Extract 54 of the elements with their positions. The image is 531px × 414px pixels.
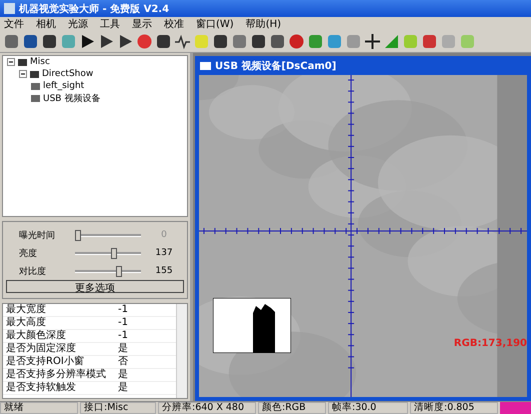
collapse-icon[interactable]	[19, 70, 27, 78]
tree-item[interactable]: left_sight	[43, 81, 84, 91]
collapse-icon[interactable]	[7, 58, 15, 66]
status-text: 颜色:RGB	[258, 402, 326, 414]
property-name: 是否支持软触发	[5, 382, 77, 394]
menu-item[interactable]: 相机	[36, 16, 56, 30]
property-value: 是	[117, 369, 129, 381]
property-value: 是	[117, 382, 129, 394]
menu-item[interactable]: 显示	[132, 16, 152, 30]
child-window-title: USB 视频设备[DsCam0]	[215, 60, 336, 72]
property-name: 最大颜色深度	[5, 330, 67, 342]
status-text: 就绪	[0, 402, 78, 414]
waveform-icon[interactable]	[174, 32, 191, 50]
status-notice	[500, 402, 531, 414]
slider-value: 155	[154, 266, 174, 276]
status-text: 帧率:30.0	[328, 402, 408, 414]
slider-label: 对比度	[19, 266, 47, 278]
property-value: -1	[117, 317, 129, 329]
property-name: 最大高度	[5, 317, 47, 329]
window-title: 机器视觉实验大师 - 免费版 V2.4	[19, 2, 170, 16]
property-value: 是	[117, 343, 129, 355]
slider-value: 137	[154, 248, 174, 258]
tree-item[interactable]: Misc	[30, 57, 50, 67]
slider-thumb[interactable]	[111, 248, 118, 258]
property-value: -1	[117, 304, 129, 316]
menu-item[interactable]: 文件	[4, 16, 24, 30]
menu-item[interactable]: 光源	[68, 16, 88, 30]
slider-label: 亮度	[19, 248, 38, 260]
status-text: 接口:Misc	[80, 402, 156, 414]
property-name: 是否支持多分辨率模式	[5, 369, 107, 381]
menu-item[interactable]: 工具	[100, 16, 120, 30]
property-value: 否	[117, 356, 129, 368]
play-icon[interactable]	[79, 32, 96, 50]
play-icon[interactable]	[98, 32, 115, 50]
menu-item[interactable]: 帮助(H)	[246, 16, 282, 30]
rgb-reading: RGB:173,190	[454, 338, 527, 349]
menu-item[interactable]: 窗口(W)	[196, 16, 234, 30]
record-icon[interactable]	[288, 32, 305, 50]
status-text: 清晰度:0.805	[410, 402, 498, 414]
app-icon	[4, 3, 15, 14]
scrollbar[interactable]	[176, 304, 187, 398]
slider-thumb[interactable]	[116, 266, 122, 276]
property-value: -1	[117, 330, 129, 342]
tree-item[interactable]: DirectShow	[42, 69, 94, 79]
property-name: 是否支持ROI小窗	[5, 356, 85, 368]
slider-value: 0	[160, 230, 168, 240]
crosshair-icon[interactable]	[364, 32, 381, 50]
more-options-button[interactable]: 更多选项	[6, 280, 184, 293]
slider-label: 曝光时间	[19, 230, 56, 242]
play-icon[interactable]	[117, 32, 134, 50]
property-name: 是否为固定深度	[5, 343, 77, 355]
menu-item[interactable]: 校准	[164, 16, 184, 30]
tree-item[interactable]: USB 视频设备	[43, 92, 100, 104]
status-text: 分辨率:640 X 480	[158, 402, 256, 414]
